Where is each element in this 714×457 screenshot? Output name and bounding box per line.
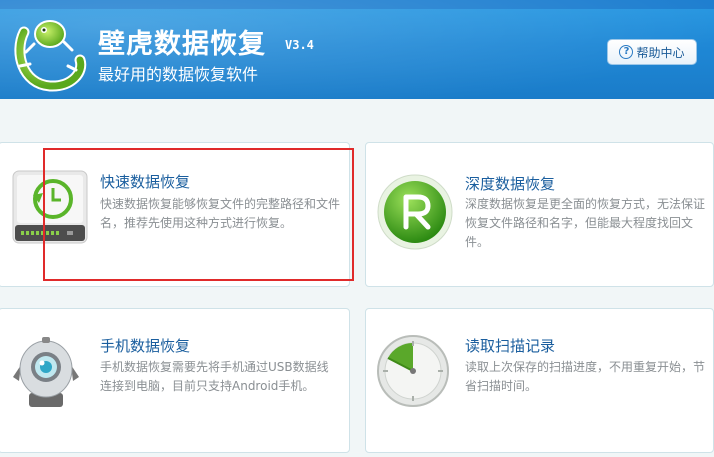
help-question-icon: ? <box>619 45 634 59</box>
deep-recovery-title: 深度数据恢复 <box>465 175 556 193</box>
app-version: V3.4 <box>285 38 314 52</box>
green-r-icon <box>377 174 453 250</box>
hard-drive-clock-icon <box>12 170 88 244</box>
quick-recovery-desc: 快速数据恢复能够恢复文件的完整路径和文件名，推荐先使用这种方式进行恢复。 <box>100 197 341 230</box>
phone-recovery-desc: 手机数据恢复需要先将手机通过USB数据线连接到电脑，目前只支持Android手机… <box>100 360 329 393</box>
gecko-logo-icon <box>14 20 87 92</box>
phone-recovery-title: 手机数据恢复 <box>100 337 191 355</box>
phone-recovery-card[interactable]: 手机数据恢复 手机数据恢复需要先将手机通过USB数据线连接到电脑，目前只支持An… <box>0 308 350 453</box>
app-title: 壁虎数据恢复 <box>98 29 266 60</box>
app-subtitle: 最好用的数据恢复软件 <box>98 65 259 84</box>
quick-recovery-title: 快速数据恢复 <box>100 173 191 191</box>
quick-recovery-card[interactable]: 快速数据恢复 快速数据恢复能够恢复文件的完整路径和文件名，推荐先使用这种方式进行… <box>0 142 350 287</box>
app-header: 壁虎数据恢复 V3.4 最好用的数据恢复软件 ? 帮助中心 <box>0 0 714 99</box>
help-center-label: 帮助中心 <box>636 45 685 60</box>
help-center-button[interactable]: ? 帮助中心 <box>607 39 697 65</box>
robot-phone-icon <box>13 337 79 407</box>
load-scan-record-card[interactable]: 读取扫描记录 读取上次保存的扫描进度，不用重复开始，节省扫描时间。 <box>365 308 714 453</box>
deep-recovery-desc: 深度数据恢复是更全面的恢复方式，无法保证恢复文件路径和名字，但能最大程度找回文件… <box>465 197 706 249</box>
deep-recovery-card[interactable]: 深度数据恢复 深度数据恢复是更全面的恢复方式，无法保证恢复文件路径和名字，但能最… <box>365 142 714 287</box>
load-scan-record-desc: 读取上次保存的扫描进度，不用重复开始，节省扫描时间。 <box>465 360 706 393</box>
load-scan-record-title: 读取扫描记录 <box>465 337 556 355</box>
radar-scan-icon <box>377 335 449 407</box>
main-content: 快速数据恢复 快速数据恢复能够恢复文件的完整路径和文件名，推荐先使用这种方式进行… <box>0 99 714 457</box>
